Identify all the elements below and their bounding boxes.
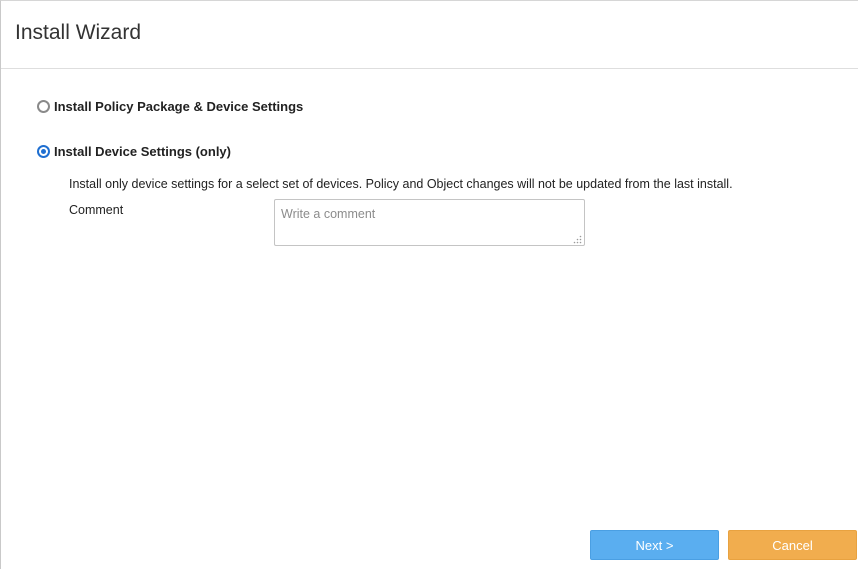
- option-description: Install only device settings for a selec…: [69, 177, 733, 191]
- comment-label: Comment: [69, 203, 124, 217]
- radio-label: Install Policy Package & Device Settings: [54, 99, 304, 114]
- dialog-header: Install Wizard: [1, 1, 858, 69]
- radio-install-device-settings-only[interactable]: Install Device Settings (only): [37, 144, 231, 159]
- cancel-button[interactable]: Cancel: [728, 530, 857, 560]
- radio-install-policy-package-and-device-settings[interactable]: Install Policy Package & Device Settings: [37, 99, 303, 114]
- install-wizard-dialog: Install Wizard Install Policy Package & …: [0, 0, 858, 569]
- radio-checked-icon[interactable]: [37, 145, 50, 158]
- next-button[interactable]: Next >: [590, 530, 719, 560]
- radio-label: Install Device Settings (only): [54, 144, 231, 159]
- comment-input[interactable]: [274, 199, 585, 246]
- radio-unchecked-icon[interactable]: [37, 100, 50, 113]
- dialog-title: Install Wizard: [15, 20, 142, 44]
